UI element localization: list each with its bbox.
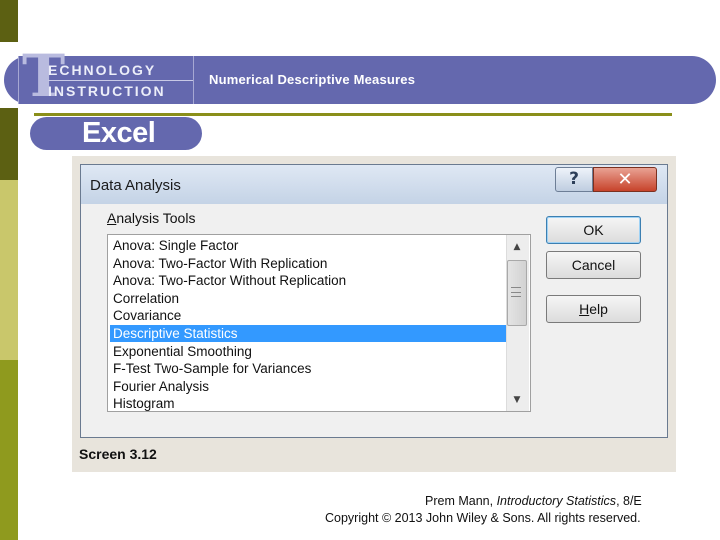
list-item[interactable]: Histogram: [110, 395, 506, 411]
tech-line-2: INSTRUCTION: [48, 83, 166, 99]
list-item[interactable]: Anova: Single Factor: [110, 237, 506, 254]
scroll-up-icon[interactable]: ▲: [510, 240, 524, 254]
analysis-tools-label-rest: nalysis Tools: [116, 210, 196, 226]
question-icon: ?: [569, 169, 579, 189]
section-label: Excel: [82, 117, 156, 149]
close-icon: ✕: [617, 169, 633, 190]
left-strip-light: [0, 180, 18, 360]
footer-edition: , 8/E: [616, 494, 642, 508]
left-strip-dark-top: [0, 0, 18, 42]
list-item[interactable]: Covariance: [110, 307, 506, 324]
list-item[interactable]: Anova: Two-Factor With Replication: [110, 255, 506, 272]
olive-rule-left: [34, 113, 196, 116]
page-title: Numerical Descriptive Measures: [209, 72, 416, 87]
titlebar-help-button[interactable]: ?: [555, 167, 593, 192]
dialog-title: Data Analysis: [90, 177, 181, 194]
scroll-grip-icon: [511, 287, 521, 297]
footer-copyright: Copyright © 2013 John Wiley & Sons. All …: [325, 511, 641, 525]
cancel-button[interactable]: Cancel: [546, 251, 641, 279]
list-item-selected[interactable]: Descriptive Statistics: [110, 325, 506, 342]
list-item[interactable]: Correlation: [110, 290, 506, 307]
list-item[interactable]: Anova: Two-Factor Without Replication: [110, 272, 506, 289]
left-strip-olive: [0, 360, 18, 540]
footer-author: Prem Mann,: [425, 494, 497, 508]
footer-citation: Prem Mann, Introductory Statistics, 8/E: [425, 494, 642, 508]
scroll-down-icon[interactable]: ▼: [510, 393, 524, 407]
titlebar-close-button[interactable]: ✕: [593, 167, 657, 192]
ok-button[interactable]: OK: [546, 216, 641, 244]
screen-caption: Screen 3.12: [79, 446, 157, 462]
list-item[interactable]: Exponential Smoothing: [110, 343, 506, 360]
olive-rule: [196, 113, 672, 116]
list-item[interactable]: F-Test Two-Sample for Variances: [110, 360, 506, 377]
list-item[interactable]: Fourier Analysis: [110, 378, 506, 395]
footer-book-title: Introductory Statistics: [496, 494, 617, 508]
left-strip-dark-mid: [0, 108, 18, 180]
help-button[interactable]: Help: [546, 295, 641, 323]
analysis-tools-list[interactable]: Anova: Single Factor Anova: Two-Factor W…: [107, 234, 531, 412]
analysis-tools-mnemonic: A: [107, 210, 117, 226]
help-label-rest: elp: [589, 301, 608, 317]
help-mnemonic: H: [579, 301, 590, 317]
tech-line-1: ECHNOLOGY: [48, 62, 157, 78]
analysis-tools-label: Analysis Tools: [107, 210, 195, 226]
tech-divider: [48, 80, 193, 81]
